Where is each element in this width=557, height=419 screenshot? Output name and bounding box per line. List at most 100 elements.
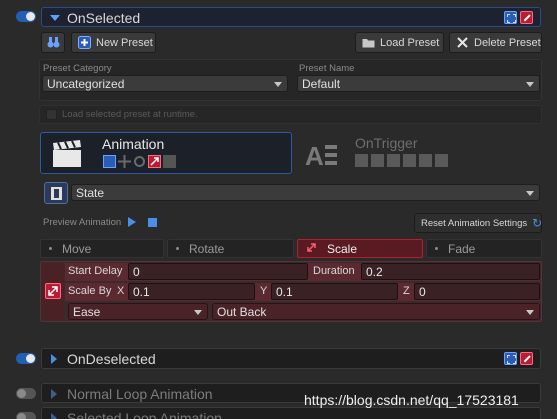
on-deselected-title: OnDeselected	[67, 351, 156, 367]
filmstrip-icon	[50, 186, 63, 200]
chevron-down-icon	[526, 310, 534, 315]
animation-module-tab[interactable]: Animation	[40, 132, 292, 174]
ontrigger-module-label: OnTrigger	[355, 135, 418, 151]
tab-fade-label: Fade	[448, 241, 476, 256]
delete-preset-button[interactable]: Delete Preset	[449, 32, 542, 53]
scale-z-value: 0	[419, 285, 426, 299]
scale-module-icon	[520, 352, 533, 365]
ease-value: Out Back	[217, 305, 267, 319]
normal-loop-toggle[interactable]	[16, 388, 36, 399]
move-icon	[118, 155, 131, 168]
tab-rotate[interactable]: Rotate	[167, 239, 294, 258]
reset-animation-settings-button[interactable]: Reset Animation Settings ↻	[414, 213, 542, 233]
scale-x-input[interactable]: 0.1	[128, 283, 255, 300]
state-dropdown[interactable]: State	[71, 184, 540, 201]
scale-icon	[45, 283, 61, 299]
play-icon[interactable]	[128, 217, 136, 227]
z-label: Z	[403, 285, 410, 297]
tab-move-label: Move	[62, 241, 92, 256]
tab-scale[interactable]: Scale	[297, 239, 423, 258]
on-selected-toggle[interactable]	[16, 11, 36, 22]
load-preset-button[interactable]: Load Preset	[355, 32, 444, 53]
tab-move[interactable]: Move	[40, 239, 164, 258]
tab-dot-icon	[435, 247, 438, 250]
duration-value: 0.2	[366, 265, 383, 279]
ontrigger-bars-icon	[325, 145, 337, 165]
state-value: State	[76, 186, 105, 200]
game-event-icon	[419, 154, 432, 167]
refresh-icon: ↻	[532, 216, 543, 230]
clapperboard-icon	[52, 140, 82, 171]
collapse-caret-icon	[51, 413, 57, 419]
start-delay-value: 0	[133, 265, 140, 279]
start-delay-label: Start Delay	[68, 265, 123, 277]
load-preset-label: Load Preset	[380, 36, 440, 49]
start-delay-input[interactable]: 0	[128, 263, 308, 280]
ease-type-dropdown[interactable]: Ease	[68, 303, 208, 320]
normal-loop-title: Normal Loop Animation	[67, 386, 213, 402]
scale-y-input[interactable]: 0.1	[271, 283, 398, 300]
on-selected-title: OnSelected	[67, 10, 141, 26]
on-selected-header[interactable]: OnSelected	[41, 7, 541, 27]
ontrigger-submodule-icons	[355, 154, 448, 167]
tab-dot-icon	[49, 247, 52, 250]
tab-scale-label: Scale	[327, 241, 358, 256]
on-deselected-header[interactable]: OnDeselected	[41, 348, 541, 369]
gear-icon	[371, 154, 384, 167]
preset-category-value: Uncategorized	[47, 77, 125, 91]
film-icon	[103, 155, 116, 168]
state-icon-button[interactable]	[44, 182, 68, 204]
stop-icon[interactable]	[148, 218, 157, 227]
rotate-icon	[133, 155, 146, 168]
animation-module-icon	[504, 11, 517, 24]
duration-input[interactable]: 0.2	[361, 263, 540, 280]
ontrigger-module-tab[interactable]: A OnTrigger	[292, 132, 542, 174]
load-runtime-checkbox[interactable]	[46, 109, 57, 120]
chevron-down-icon	[526, 191, 534, 196]
new-preset-button[interactable]: New Preset	[71, 32, 156, 53]
chevron-down-icon	[274, 82, 282, 87]
animation-submodule-icons	[103, 155, 176, 168]
scale-x-value: 0.1	[133, 285, 150, 299]
expand-caret-icon	[50, 15, 60, 21]
ease-dropdown[interactable]: Out Back	[212, 303, 540, 320]
preset-category-dropdown[interactable]: Uncategorized	[42, 75, 288, 92]
ease-type-value: Ease	[73, 305, 101, 319]
sound-icon	[355, 154, 368, 167]
tab-rotate-label: Rotate	[189, 241, 225, 256]
animation-module-icon	[504, 352, 517, 365]
tab-fade[interactable]: Fade	[426, 239, 542, 258]
watermark-text: https://blog.csdn.net/qq_17523181	[304, 392, 519, 408]
preset-name-label: Preset Name	[299, 63, 355, 74]
preset-name-dropdown[interactable]: Default	[297, 75, 540, 92]
delete-preset-label: Delete Preset	[474, 36, 541, 49]
ontrigger-ae-icon: A	[305, 141, 324, 171]
binoculars-icon	[47, 36, 60, 49]
plus-icon	[78, 36, 91, 49]
collapse-caret-icon	[51, 354, 57, 364]
scale-z-input[interactable]: 0	[414, 283, 540, 300]
folder-icon	[362, 36, 375, 49]
selected-loop-toggle[interactable]	[16, 412, 36, 419]
on-deselected-toggle[interactable]	[16, 353, 36, 364]
preset-category-label: Preset Category	[43, 63, 112, 74]
reset-animation-settings-label: Reset Animation Settings	[421, 217, 528, 229]
duration-label: Duration	[313, 265, 355, 277]
selected-loop-header[interactable]: Selected Loop Animation	[41, 407, 541, 419]
collapse-caret-icon	[51, 389, 57, 399]
scale-y-value: 0.1	[276, 285, 293, 299]
chevron-down-icon	[194, 310, 202, 315]
animation-module-label: Animation	[102, 136, 165, 152]
load-runtime-label: Load selected preset at runtime.	[62, 109, 198, 120]
tab-dot-icon	[176, 247, 179, 250]
close-icon	[456, 36, 469, 49]
chevron-down-icon	[526, 82, 534, 87]
scale-icon	[148, 155, 161, 168]
fade-icon	[163, 155, 176, 168]
new-preset-label: New Preset	[96, 36, 153, 49]
preview-animation-label: Preview Animation	[43, 217, 122, 228]
preset-name-value: Default	[302, 77, 341, 91]
y-label: Y	[260, 285, 268, 297]
search-presets-button[interactable]	[41, 32, 65, 53]
unity-event-icon	[403, 154, 416, 167]
